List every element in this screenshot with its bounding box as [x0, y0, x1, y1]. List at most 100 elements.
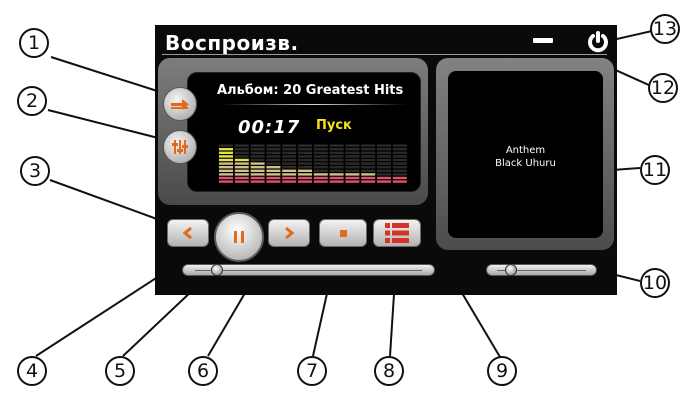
callout-6: 6 [188, 356, 218, 386]
repeat-arrow-icon [171, 99, 189, 110]
equalizer-cell [361, 162, 376, 165]
equalizer-cell [282, 158, 297, 162]
equalizer-cell [266, 180, 281, 183]
equalizer-cell [392, 176, 407, 180]
equalizer-cell [313, 148, 328, 151]
volume-slider[interactable] [486, 264, 597, 276]
callout-1: 1 [19, 28, 49, 58]
screen-title: Воспроизв. [165, 31, 299, 55]
equalizer-cell [266, 166, 281, 169]
equalizer-cell [298, 162, 312, 165]
equalizer-cell [266, 155, 281, 158]
equalizer-cell [234, 148, 249, 151]
equalizer-cell [250, 155, 265, 158]
equalizer-cell [250, 176, 265, 180]
equalizer-cell [250, 169, 265, 172]
equalizer-cell [282, 180, 297, 183]
equalizer-cell [313, 180, 328, 183]
progress-slider-handle[interactable] [210, 264, 223, 276]
equalizer-cell [329, 158, 344, 162]
playlist-icon [385, 223, 409, 243]
equalizer-cell [313, 144, 328, 147]
callout-4: 4 [17, 356, 47, 386]
equalizer-cell [298, 148, 312, 151]
chevron-right-icon [285, 226, 295, 240]
callout-5: 5 [105, 356, 135, 386]
equalizer-cell [392, 180, 407, 183]
equalizer-cell [345, 176, 360, 180]
equalizer-cell [234, 144, 249, 147]
equalizer-cell [298, 151, 312, 154]
equalizer-cell [361, 176, 376, 180]
equalizer-cell [377, 151, 391, 154]
equalizer-cell [266, 176, 281, 180]
equalizer-cell [329, 176, 344, 180]
equalizer-cell [392, 166, 407, 169]
equalizer-cell [234, 180, 249, 183]
equalizer-cell [361, 169, 376, 172]
equalizer-cell [377, 162, 391, 165]
equalizer-cell [361, 180, 376, 183]
equalizer-cell [250, 180, 265, 183]
callout-12: 12 [648, 73, 678, 103]
track-artist: Black Uhuru [495, 158, 556, 169]
equalizer-cell [392, 148, 407, 151]
equalizer-cell [345, 180, 360, 183]
previous-track-button[interactable] [167, 219, 209, 247]
equalizer-cell [377, 173, 391, 176]
equalizer-cell [219, 176, 233, 180]
equalizer-cell [219, 173, 233, 176]
equalizer-cell [219, 151, 233, 154]
stop-icon [340, 230, 347, 237]
equalizer-cell [313, 169, 328, 172]
power-icon-glyph [588, 31, 608, 53]
equalizer-cell [282, 162, 297, 165]
equalizer-cell [298, 158, 312, 162]
figure-canvas: Воспроизв. Альбом: 20 Greatest Hits 00:1… [0, 0, 687, 393]
minimize-icon[interactable] [533, 38, 553, 43]
equalizer-cell [219, 169, 233, 172]
equalizer-cell [345, 144, 360, 147]
equalizer-cell [345, 166, 360, 169]
equalizer-icon [172, 140, 188, 154]
callout-9: 9 [487, 356, 517, 386]
next-track-button[interactable] [268, 219, 310, 247]
equalizer-cell [282, 169, 297, 172]
equalizer-cell [361, 151, 376, 154]
equalizer-cell [250, 162, 265, 165]
progress-groove [195, 270, 422, 271]
equalizer-cell [282, 166, 297, 169]
equalizer-cell [345, 148, 360, 151]
equalizer-cell [298, 169, 312, 172]
equalizer-cell [377, 155, 391, 158]
power-icon[interactable] [586, 30, 610, 54]
playback-state-text: Пуск [316, 118, 352, 133]
equalizer-cell [298, 166, 312, 169]
equalizer-cell [250, 173, 265, 176]
stop-button[interactable] [319, 219, 367, 247]
equalizer-cell [219, 162, 233, 165]
equalizer-cell [250, 148, 265, 151]
equalizer-cell [219, 144, 233, 147]
callout-11: 11 [640, 155, 670, 185]
playlist-button[interactable] [373, 219, 421, 247]
title-divider [162, 54, 607, 55]
equalizer-button[interactable] [163, 130, 197, 164]
equalizer-cell [219, 180, 233, 183]
equalizer-cell [392, 158, 407, 162]
equalizer-cell [377, 144, 391, 147]
equalizer-cell [234, 162, 249, 165]
pause-button[interactable] [214, 212, 264, 262]
equalizer-cell [298, 155, 312, 158]
equalizer-cell [313, 151, 328, 154]
equalizer-cell [266, 151, 281, 154]
equalizer-cell [282, 144, 297, 147]
callout-8: 8 [374, 356, 404, 386]
repeat-button[interactable] [163, 87, 197, 121]
equalizer-cell [266, 173, 281, 176]
equalizer-cell [361, 155, 376, 158]
equalizer-cell [282, 176, 297, 180]
album-divider [222, 104, 407, 105]
equalizer-cell [329, 166, 344, 169]
equalizer-cell [345, 169, 360, 172]
